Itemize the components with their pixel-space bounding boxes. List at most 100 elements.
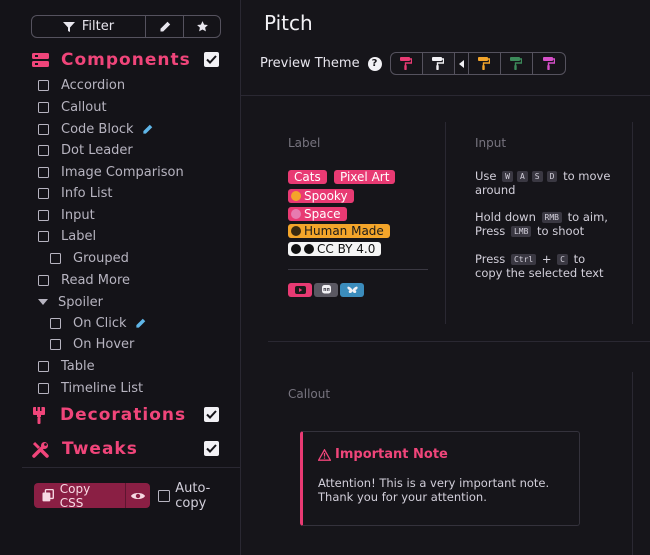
- social-links: [288, 283, 364, 297]
- planet-icon: [291, 209, 301, 219]
- checkbox[interactable]: [50, 338, 61, 350]
- sidebar-item-callout[interactable]: Callout: [38, 98, 107, 116]
- sidebar-item-spoiler[interactable]: Spoiler: [38, 293, 103, 311]
- section-components[interactable]: Components: [32, 50, 191, 70]
- text: Use: [475, 169, 497, 183]
- theme-swatch-pink[interactable]: [391, 53, 423, 74]
- sidebar-item-on-click[interactable]: On Click: [50, 314, 146, 332]
- input-instruction-move: Use WASD to move around: [475, 169, 615, 197]
- checkbox[interactable]: [38, 79, 49, 91]
- copy-icon: [42, 489, 54, 502]
- checkbox[interactable]: [50, 252, 61, 264]
- sidebar-item-label[interactable]: Label: [38, 227, 96, 245]
- divider: [632, 122, 633, 324]
- input-column-heading: Input: [475, 136, 507, 150]
- help-icon[interactable]: ?: [367, 56, 382, 71]
- callout-note: Important Note Attention! This is a very…: [300, 431, 580, 526]
- copy-css-button[interactable]: Copy CSS: [34, 481, 125, 510]
- checkbox[interactable]: [38, 360, 49, 372]
- checkbox[interactable]: [38, 230, 49, 242]
- callout-heading: Callout: [288, 387, 331, 401]
- sidebar-item-grouped[interactable]: Grouped: [50, 249, 129, 267]
- theme-swatch-magenta[interactable]: [533, 53, 565, 74]
- pumpkin-icon: [291, 191, 301, 201]
- item-label: Callout: [61, 99, 107, 115]
- item-label: Code Block: [61, 121, 134, 137]
- sidebar-item-dot-leader[interactable]: Dot Leader: [38, 141, 133, 159]
- sidebar-item-table[interactable]: Table: [38, 357, 95, 375]
- checkbox[interactable]: [38, 209, 49, 221]
- check-icon: [206, 410, 217, 419]
- key-d: D: [546, 171, 558, 182]
- sidebar-item-read-more[interactable]: Read More: [38, 271, 130, 289]
- theme-swatch-orange[interactable]: [469, 53, 501, 74]
- checkbox[interactable]: [38, 144, 49, 156]
- youtube-icon: [294, 286, 306, 294]
- butterfly-icon: [346, 286, 358, 293]
- sidebar-item-input[interactable]: Input: [38, 206, 95, 224]
- divider: [241, 95, 650, 96]
- tag-text: Pixel Art: [340, 170, 390, 184]
- bluesky-link[interactable]: [340, 283, 364, 297]
- sidebar-item-code-block[interactable]: Code Block: [38, 120, 153, 138]
- tag-text: Space: [304, 207, 341, 221]
- mastodon-link[interactable]: [314, 283, 338, 297]
- cc-icon: [291, 244, 301, 254]
- components-checkbox[interactable]: [204, 52, 219, 67]
- preview-css-button[interactable]: [124, 483, 151, 508]
- divider: [445, 122, 446, 324]
- checkbox[interactable]: [38, 382, 49, 394]
- sidebar-item-image-comparison[interactable]: Image Comparison: [38, 163, 184, 181]
- copy-css-label: Copy CSS: [59, 481, 91, 510]
- chevron-down-icon[interactable]: [38, 298, 48, 306]
- tools-icon: [32, 441, 49, 458]
- check-icon: [206, 55, 217, 64]
- theme-swatch-green[interactable]: [501, 53, 533, 74]
- tag-pixel-art: Pixel Art: [334, 170, 396, 184]
- sidebar-item-accordion[interactable]: Accordion: [38, 76, 125, 94]
- tag-text: Human Made: [304, 224, 384, 238]
- checkbox[interactable]: [50, 317, 61, 329]
- brain-icon: [291, 226, 301, 236]
- section-tweaks[interactable]: Tweaks: [32, 439, 138, 459]
- checkbox[interactable]: [38, 187, 49, 199]
- pencil-icon: [142, 124, 152, 134]
- divider: [632, 372, 633, 555]
- divider: [268, 341, 650, 342]
- checkbox[interactable]: [38, 166, 49, 178]
- components-icon: [32, 53, 49, 67]
- filter-icon: [62, 21, 75, 32]
- checkbox[interactable]: [38, 101, 49, 113]
- checkbox[interactable]: [38, 274, 49, 286]
- item-label: On Click: [73, 315, 127, 331]
- favorites-button[interactable]: [184, 16, 220, 37]
- edit-mode-button[interactable]: [146, 16, 184, 37]
- checkbox[interactable]: [158, 489, 171, 502]
- text: to move around: [475, 169, 611, 197]
- tag-space: Space: [288, 207, 347, 221]
- item-label: Accordion: [61, 77, 126, 93]
- decorations-checkbox[interactable]: [204, 407, 219, 422]
- theme-swatch-white[interactable]: [422, 53, 455, 74]
- tag-spooky: Spooky: [288, 189, 354, 203]
- warning-icon: [318, 448, 331, 461]
- text: Press: [475, 252, 506, 266]
- section-decorations[interactable]: Decorations: [32, 405, 186, 425]
- sidebar-item-info-list[interactable]: Info List: [38, 184, 112, 202]
- tweaks-checkbox[interactable]: [204, 441, 219, 456]
- paint-brush-icon: [33, 406, 45, 424]
- paint-roller-icon: [400, 57, 413, 70]
- filter-button[interactable]: Filter: [32, 16, 146, 37]
- key-w: W: [502, 171, 513, 182]
- checkbox[interactable]: [38, 123, 49, 135]
- tag-cc-by: CC BY 4.0: [288, 242, 382, 256]
- sidebar-item-on-hover[interactable]: On Hover: [50, 335, 134, 353]
- divider: [288, 269, 428, 270]
- item-label: Info List: [61, 185, 113, 201]
- youtube-link[interactable]: [288, 283, 312, 297]
- sidebar-item-timeline-list[interactable]: Timeline List: [38, 379, 143, 397]
- autocopy-toggle[interactable]: Auto-copy: [158, 481, 240, 511]
- preview-theme-label: Preview Theme: [260, 56, 360, 71]
- item-label: On Hover: [73, 336, 135, 352]
- text: to shoot: [537, 224, 585, 238]
